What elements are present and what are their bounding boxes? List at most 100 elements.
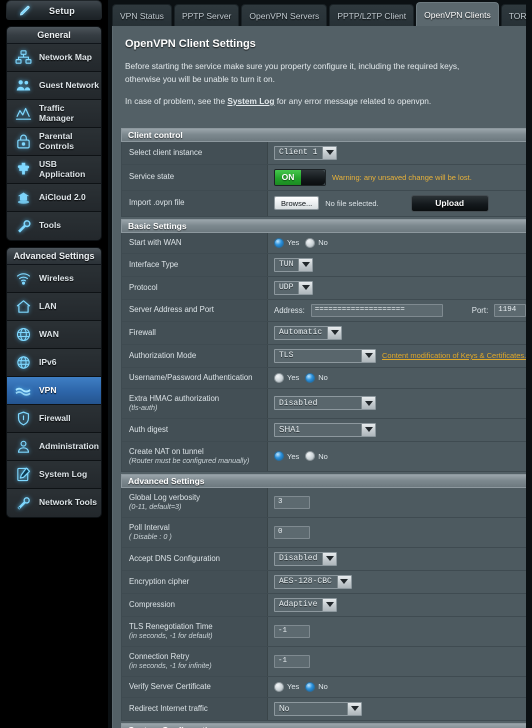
sidebar-item-usb-application[interactable]: USB Application (7, 156, 101, 184)
row-create-nat: Create NAT on tunnel (Router must be con… (122, 441, 532, 471)
firewall-dropdown[interactable]: Automatic (274, 325, 343, 340)
browse-button[interactable]: Browse... (274, 196, 320, 210)
create-nat-no-label: No (318, 451, 328, 461)
label-tls-renegotiation-main: TLS Renegotiation Time (129, 621, 213, 631)
address-label: Address: (274, 305, 305, 315)
row-service-state: Service state ON Warning: any unsaved ch… (122, 164, 532, 191)
label-interface-type: Interface Type (122, 253, 268, 276)
sidebar-item-lan[interactable]: LAN (7, 293, 101, 321)
global-log-verbosity-input[interactable]: 3 (274, 495, 310, 509)
sidebar-item-aicloud[interactable]: AiCloud 2.0 (7, 184, 101, 212)
tab-pptp-l2tp-client[interactable]: PPTP/L2TP Client (329, 4, 415, 26)
start-with-wan-yes[interactable]: Yes (274, 237, 299, 248)
sidebar-item-wireless[interactable]: Wireless (7, 265, 101, 293)
accept-dns-dropdown[interactable]: Disabled (274, 551, 338, 566)
sidebar-group-general-title: General (7, 27, 101, 44)
sidebar-item-firewall[interactable]: Firewall (7, 405, 101, 433)
create-nat-no[interactable]: No (305, 451, 328, 461)
username-password-auth-no-label: No (318, 373, 328, 382)
interface-type-value: TUN (279, 260, 294, 269)
row-redirect-internet-traffic: Redirect Internet traffic No (122, 697, 532, 720)
sidebar-item-ipv6[interactable]: IPv6 (7, 349, 101, 377)
value-global-log-verbosity: 3 (268, 487, 532, 517)
label-accept-dns: Accept DNS Configuration (122, 547, 268, 570)
keys-certificates-link[interactable]: Content modification of Keys & Certifica… (382, 351, 526, 360)
chevron-down-icon (361, 349, 375, 362)
auth-digest-dropdown[interactable]: SHA1 (274, 422, 376, 437)
row-select-client-instance: Select client instance Client 1 (122, 141, 532, 165)
sidebar-item-administration[interactable]: Administration (7, 433, 101, 461)
chevron-down-icon (327, 326, 342, 339)
sidebar-item-network-map[interactable]: Network Map (7, 44, 101, 72)
row-import-ovpn: Import .ovpn file Browse... No file sele… (122, 190, 532, 216)
label-create-nat: Create NAT on tunnel (Router must be con… (122, 441, 268, 471)
radio-icon (274, 372, 284, 383)
tls-renegotiation-input[interactable]: -1 (274, 624, 310, 638)
intro-line-1: Before starting the service make sure yo… (125, 61, 460, 71)
username-password-auth-yes[interactable]: Yes (274, 372, 299, 383)
chevron-down-icon (298, 258, 313, 271)
value-extra-hmac: Disabled (268, 388, 532, 418)
tab-openvpn-servers[interactable]: OpenVPN Servers (241, 4, 328, 26)
upload-button[interactable]: Upload (410, 194, 489, 212)
sidebar-group-advanced: Advanced Settings Wireless LAN WAN IPv6 … (6, 247, 102, 518)
protocol-dropdown[interactable]: UDP (274, 280, 314, 295)
authorization-mode-dropdown[interactable]: TLS (274, 348, 376, 363)
label-connection-retry: Connection Retry (in seconds, -1 for inf… (122, 646, 268, 676)
tools-icon (13, 216, 33, 236)
row-tls-renegotiation: TLS Renegotiation Time (in seconds, -1 f… (122, 616, 532, 647)
sidebar-item-setup[interactable]: Setup (6, 0, 102, 20)
service-state-toggle-knob (301, 169, 325, 185)
section-header-custom-configuration: Custom Configuration (121, 722, 532, 728)
traffic-manager-icon (13, 104, 33, 124)
username-password-auth-no[interactable]: No (305, 372, 328, 383)
main-content: VPN Status PPTP Server OpenVPN Servers P… (108, 0, 532, 728)
value-poll-interval: 0 (268, 517, 532, 547)
poll-interval-input[interactable]: 0 (274, 525, 310, 539)
label-verify-server-certificate: Verify Server Certificate (122, 676, 268, 697)
page-scrollbar[interactable] (526, 0, 532, 728)
sidebar-item-guest-network[interactable]: Guest Network (7, 72, 101, 100)
sidebar-item-parental-controls[interactable]: Parental Controls (7, 128, 101, 156)
sidebar-item-vpn[interactable]: VPN (7, 377, 101, 405)
label-extra-hmac-main: Extra HMAC authorization (129, 393, 220, 403)
sidebar-item-traffic-manager[interactable]: Traffic Manager (7, 100, 101, 128)
sidebar-item-wan-label: WAN (39, 328, 59, 339)
auth-digest-value: SHA1 (279, 425, 300, 434)
verify-server-certificate-yes[interactable]: Yes (274, 681, 299, 692)
tab-pptp-server[interactable]: PPTP Server (173, 4, 240, 26)
parental-controls-icon (13, 132, 33, 152)
server-port-input[interactable]: 1194 (494, 303, 527, 317)
value-username-password-auth: Yes No (268, 367, 532, 388)
verify-server-certificate-no[interactable]: No (305, 681, 328, 692)
value-accept-dns: Disabled (268, 547, 532, 570)
service-state-toggle[interactable]: ON (274, 168, 326, 186)
select-client-instance-dropdown[interactable]: Client 1 (274, 145, 338, 160)
encryption-cipher-dropdown[interactable]: AES-128-CBC (274, 574, 352, 589)
sidebar-item-system-log[interactable]: System Log (7, 461, 101, 489)
redirect-internet-traffic-dropdown[interactable]: No (274, 701, 362, 716)
value-verify-server-certificate: Yes No (268, 676, 532, 697)
value-interface-type: TUN (268, 253, 532, 276)
server-address-input[interactable]: ==================== (310, 303, 443, 317)
interface-type-dropdown[interactable]: TUN (274, 257, 314, 272)
wireless-icon (13, 269, 33, 289)
guest-network-icon (13, 76, 33, 96)
connection-retry-input[interactable]: -1 (274, 654, 310, 668)
tab-openvpn-clients[interactable]: OpenVPN Clients (416, 2, 499, 26)
extra-hmac-dropdown[interactable]: Disabled (274, 396, 376, 410)
sidebar-item-wan[interactable]: WAN (7, 321, 101, 349)
label-redirect-internet-traffic: Redirect Internet traffic (122, 697, 268, 720)
usb-application-icon (13, 160, 33, 180)
compression-dropdown[interactable]: Adaptive (274, 597, 338, 612)
create-nat-yes[interactable]: Yes (274, 451, 299, 461)
start-with-wan-no[interactable]: No (305, 237, 328, 248)
value-protocol: UDP (268, 276, 532, 299)
sidebar-item-network-tools[interactable]: Network Tools (7, 489, 101, 517)
tab-vpn-status[interactable]: VPN Status (112, 4, 172, 26)
firewall-value: Automatic (279, 328, 323, 337)
sidebar-item-tools[interactable]: Tools (7, 212, 101, 240)
label-create-nat-main: Create NAT on tunnel (129, 446, 204, 456)
system-log-link[interactable]: System Log (227, 96, 274, 106)
label-connection-retry-sub: (in seconds, -1 for infinite) (129, 661, 212, 670)
